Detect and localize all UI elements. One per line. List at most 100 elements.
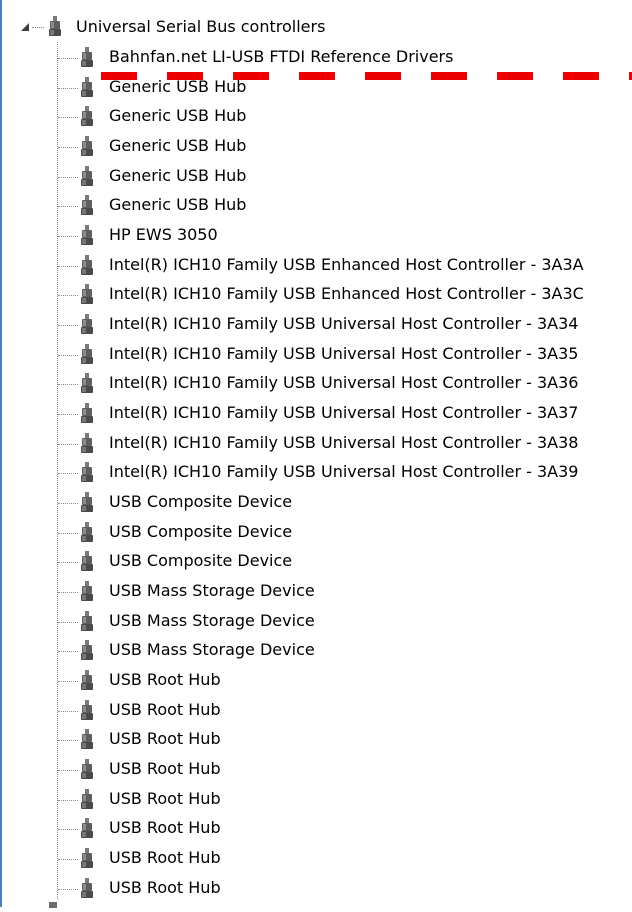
device-label: USB Root Hub [109,818,221,838]
device-row[interactable]: USB Composite Device [2,518,632,548]
tree-connector [58,770,78,772]
usb-plug-icon [81,877,93,898]
tree-connector [58,236,78,238]
device-row[interactable]: USB Root Hub [2,696,632,726]
device-label: Intel(R) ICH10 Family USB Enhanced Host … [109,284,584,304]
device-row[interactable]: USB Root Hub [2,725,632,755]
usb-plug-icon [81,47,93,67]
tree-connector [58,532,78,534]
device-row[interactable]: USB Mass Storage Device [2,607,632,637]
device-row[interactable]: USB Root Hub [2,874,632,904]
device-row[interactable]: Intel(R) ICH10 Family USB Universal Host… [2,399,632,429]
usb-plug-icon [81,106,93,127]
usb-plug-icon [81,492,93,513]
device-row[interactable]: Intel(R) ICH10 Family USB Universal Host… [2,369,632,399]
collapse-arrow-icon[interactable] [19,21,31,33]
tree-connector [58,859,78,861]
device-row[interactable]: Intel(R) ICH10 Family USB Universal Host… [2,429,632,459]
usb-plug-icon [81,136,93,156]
usb-plug-icon [81,343,93,364]
tree-connector [58,206,78,208]
tree-connector [32,27,44,28]
device-label: Intel(R) ICH10 Family USB Universal Host… [109,403,579,423]
device-label: Generic USB Hub [109,195,247,215]
device-row[interactable]: Generic USB Hub [2,102,632,132]
tree-connector [58,414,78,416]
device-row[interactable]: Bahnfan.net LI-USB FTDI Reference Driver… [2,43,632,73]
device-label: Bahnfan.net LI-USB FTDI Reference Driver… [109,47,454,66]
tree-connector [58,325,78,327]
usb-plug-icon [81,284,93,305]
usb-plug-icon [81,314,93,335]
device-label: Intel(R) ICH10 Family USB Universal Host… [109,373,579,393]
device-label: Generic USB Hub [109,165,247,185]
device-label: Intel(R) ICH10 Family USB Universal Host… [109,462,579,482]
device-row[interactable]: HP EWS 3050 [2,221,632,251]
tree-connector [58,265,78,267]
device-row[interactable]: Generic USB Hub [2,162,632,192]
device-row[interactable]: USB Root Hub [2,755,632,785]
tree-connector [58,562,78,564]
device-row[interactable]: Intel(R) ICH10 Family USB Universal Host… [2,340,632,370]
usb-plug-icon [81,848,93,869]
device-label: USB Root Hub [109,699,221,719]
usb-plug-icon [81,373,93,394]
tree-connector [58,87,78,89]
device-label: USB Composite Device [109,492,293,512]
device-row[interactable]: Intel(R) ICH10 Family USB Enhanced Host … [2,280,632,310]
device-row[interactable]: Intel(R) ICH10 Family USB Enhanced Host … [2,251,632,281]
red-dashed-annotation-line [101,72,632,80]
device-label: USB Mass Storage Device [109,640,315,660]
usb-plug-icon [81,551,93,572]
device-row[interactable]: USB Composite Device [2,547,632,577]
tree-connector [58,651,78,653]
device-label: Generic USB Hub [109,106,247,126]
usb-plug-icon [81,254,93,275]
category-label: Universal Serial Bus controllers [76,17,326,36]
device-row[interactable]: USB Root Hub [2,785,632,815]
usb-plug-icon [81,195,93,216]
usb-plug-icon [81,581,93,602]
usb-plug-icon [46,0,60,4]
tree-node-usb-controllers[interactable]: Universal Serial Bus controllers [2,12,632,42]
device-row[interactable]: Generic USB Hub [2,132,632,162]
device-label: Intel(R) ICH10 Family USB Enhanced Host … [109,254,584,274]
device-label: Intel(R) ICH10 Family USB Universal Host… [109,343,579,363]
device-row[interactable]: USB Root Hub [2,844,632,874]
device-label: USB Root Hub [109,848,221,868]
device-row[interactable]: USB Mass Storage Device [2,636,632,666]
usb-plug-icon [81,729,93,750]
tree-connector [58,147,78,148]
usb-plug-icon [81,76,93,97]
device-row[interactable]: USB Composite Device [2,488,632,518]
device-row[interactable]: Intel(R) ICH10 Family USB Universal Host… [2,458,632,488]
usb-plug-icon [81,818,93,839]
device-manager-tree-panel: Universal Serial Bus controllers Bahnfan… [0,0,632,908]
device-row[interactable]: USB Root Hub [2,666,632,696]
usb-plug-icon [81,462,93,483]
usb-plug-icon [81,610,93,631]
tree-connector [58,740,78,742]
device-label: Intel(R) ICH10 Family USB Universal Host… [109,432,579,452]
device-label: USB Composite Device [109,551,293,571]
usb-plug-icon [49,902,57,908]
device-row[interactable]: USB Mass Storage Device [2,577,632,607]
usb-plug-icon [81,699,93,720]
tree-connector [58,503,78,505]
tree-connector [58,58,78,59]
device-label: HP EWS 3050 [109,225,218,245]
device-row[interactable]: Intel(R) ICH10 Family USB Universal Host… [2,310,632,340]
usb-plug-icon [81,759,93,780]
tree-connector [58,621,78,623]
device-row[interactable]: Generic USB Hub [2,191,632,221]
usb-plug-icon [81,670,93,691]
tree-connector [58,473,78,475]
tree-connector [58,117,78,119]
tree-connector [58,888,78,890]
tree-connector [58,710,78,712]
device-row[interactable]: USB Root Hub [2,814,632,844]
device-label: Intel(R) ICH10 Family USB Universal Host… [109,314,579,334]
device-label: USB Root Hub [109,759,221,779]
tree-connector [58,176,78,178]
device-label: USB Mass Storage Device [109,610,315,630]
